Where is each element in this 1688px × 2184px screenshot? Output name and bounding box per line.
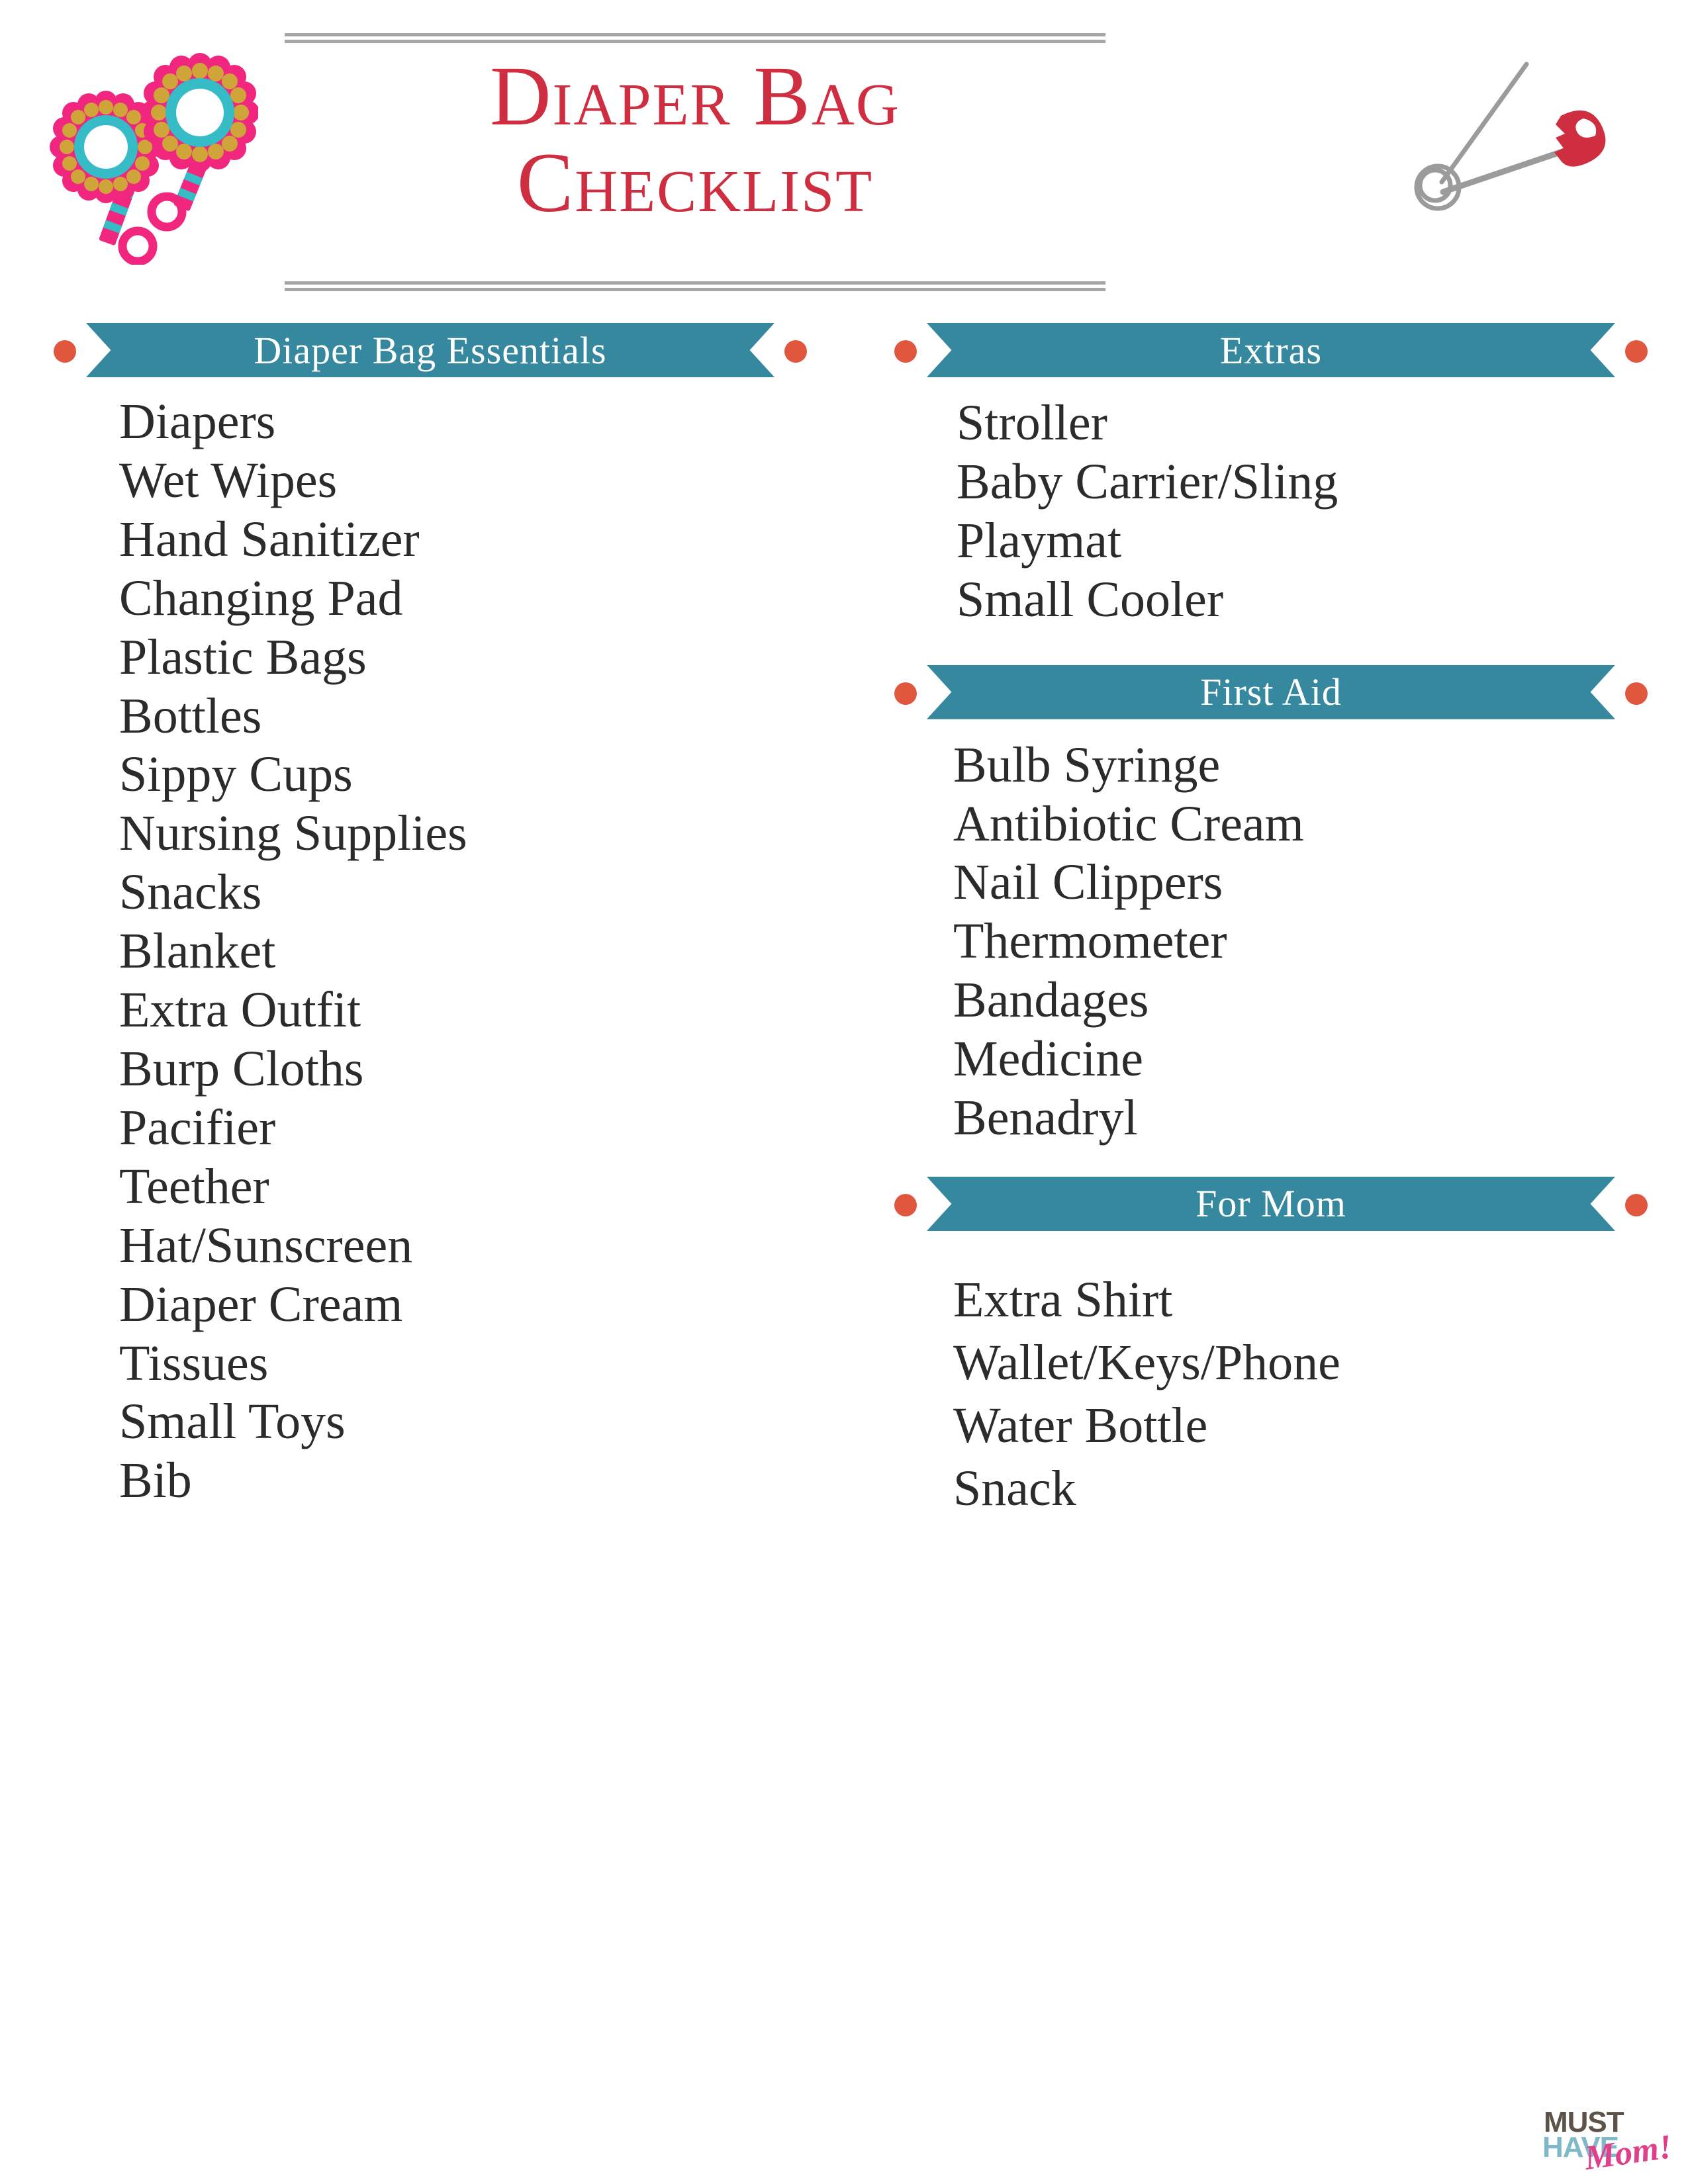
section-title-for-mom: For Mom bbox=[1196, 1182, 1346, 1226]
list-item[interactable]: Bottles bbox=[119, 687, 811, 746]
list-item[interactable]: Sippy Cups bbox=[119, 745, 811, 804]
section-header-for-mom: For Mom bbox=[890, 1165, 1652, 1241]
list-item[interactable]: Bulb Syringe bbox=[953, 736, 1652, 795]
banner-dot-right-icon bbox=[1625, 1193, 1648, 1216]
banner-dot-left-icon bbox=[894, 682, 917, 705]
list-item[interactable]: Diapers bbox=[119, 392, 811, 451]
list-item[interactable]: Bandages bbox=[953, 971, 1652, 1030]
list-item[interactable]: Nursing Supplies bbox=[119, 804, 811, 863]
list-item[interactable]: Hat/Sunscreen bbox=[119, 1216, 811, 1275]
page-title-line-1: Diaper Bag bbox=[490, 49, 900, 143]
list-item[interactable]: Medicine bbox=[953, 1030, 1652, 1089]
checklist-first-aid: Bulb Syringe Antibiotic Cream Nail Clipp… bbox=[890, 729, 1652, 1148]
list-item[interactable]: Small Cooler bbox=[957, 570, 1652, 629]
list-item[interactable]: Teether bbox=[119, 1158, 811, 1216]
section-diaper-bag-essentials: Diaper Bag Essentials Diapers Wet Wipes … bbox=[50, 311, 811, 1510]
section-header-first-aid: First Aid bbox=[890, 653, 1652, 729]
section-title-extras: Extras bbox=[1219, 328, 1323, 372]
banner-dot-left-icon bbox=[894, 1193, 917, 1216]
list-item[interactable]: Extra Shirt bbox=[953, 1269, 1652, 1332]
list-item[interactable]: Blanket bbox=[119, 922, 811, 981]
list-item[interactable]: Nail Clippers bbox=[953, 853, 1652, 912]
left-column: Diaper Bag Essentials Diapers Wet Wipes … bbox=[50, 311, 811, 1510]
list-item[interactable]: Snacks bbox=[119, 863, 811, 922]
list-item[interactable]: Hand Sanitizer bbox=[119, 510, 811, 569]
list-item[interactable]: Small Toys bbox=[119, 1392, 811, 1451]
page-title: Diaper Bag Checklist bbox=[285, 53, 1105, 226]
checklist-extras: Stroller Baby Carrier/Sling Playmat Smal… bbox=[890, 387, 1652, 629]
list-item[interactable]: Tissues bbox=[119, 1334, 811, 1393]
checklist-diaper-bag-essentials: Diapers Wet Wipes Hand Sanitizer Changin… bbox=[50, 387, 811, 1510]
banner-dot-left-icon bbox=[54, 340, 76, 363]
safety-pin-icon bbox=[1397, 50, 1615, 222]
banner-dot-right-icon bbox=[1625, 340, 1648, 363]
right-column: Extras Stroller Baby Carrier/Sling Playm… bbox=[890, 311, 1652, 1520]
checklist-for-mom: Extra Shirt Wallet/Keys/Phone Water Bott… bbox=[890, 1241, 1652, 1520]
header-rule-top bbox=[285, 33, 1105, 43]
list-item[interactable]: Stroller bbox=[957, 394, 1652, 453]
list-item[interactable]: Snack bbox=[953, 1457, 1652, 1520]
banner-dot-left-icon bbox=[894, 340, 917, 363]
list-item[interactable]: Thermometer bbox=[953, 912, 1652, 971]
must-have-mom-logo: MUST HAVE Mom! bbox=[1536, 2099, 1674, 2179]
list-item[interactable]: Pacifier bbox=[119, 1099, 811, 1158]
section-title-first-aid: First Aid bbox=[1200, 670, 1342, 714]
section-header-extras: Extras bbox=[890, 311, 1652, 387]
section-title-diaper-bag-essentials: Diaper Bag Essentials bbox=[254, 328, 607, 372]
list-item[interactable]: Bib bbox=[119, 1451, 811, 1510]
page-title-line-2: Checklist bbox=[516, 135, 874, 230]
list-item[interactable]: Benadryl bbox=[953, 1089, 1652, 1148]
list-item[interactable]: Extra Outfit bbox=[119, 981, 811, 1040]
list-item[interactable]: Wallet/Keys/Phone bbox=[953, 1332, 1652, 1394]
page-header: Diaper Bag Checklist bbox=[0, 0, 1688, 311]
checklist-columns: Diaper Bag Essentials Diapers Wet Wipes … bbox=[0, 311, 1688, 2184]
section-extras: Extras Stroller Baby Carrier/Sling Playm… bbox=[890, 311, 1652, 648]
section-header-diaper-bag-essentials: Diaper Bag Essentials bbox=[50, 311, 811, 387]
list-item[interactable]: Diaper Cream bbox=[119, 1275, 811, 1334]
list-item[interactable]: Wet Wipes bbox=[119, 451, 811, 510]
section-first-aid: First Aid Bulb Syringe Antibiotic Cream … bbox=[890, 648, 1652, 1160]
list-item[interactable]: Baby Carrier/Sling bbox=[957, 453, 1652, 512]
banner-dot-right-icon bbox=[1625, 682, 1648, 705]
list-item[interactable]: Antibiotic Cream bbox=[953, 795, 1652, 854]
list-item[interactable]: Changing Pad bbox=[119, 569, 811, 628]
baby-rattles-icon bbox=[40, 46, 259, 266]
header-rule-bottom bbox=[285, 281, 1105, 291]
list-item[interactable]: Burp Cloths bbox=[119, 1040, 811, 1099]
list-item[interactable]: Water Bottle bbox=[953, 1394, 1652, 1457]
list-item[interactable]: Playmat bbox=[957, 512, 1652, 570]
banner-dot-right-icon bbox=[784, 340, 807, 363]
section-for-mom: For Mom Extra Shirt Wallet/Keys/Phone Wa… bbox=[890, 1160, 1652, 1520]
list-item[interactable]: Plastic Bags bbox=[119, 628, 811, 687]
